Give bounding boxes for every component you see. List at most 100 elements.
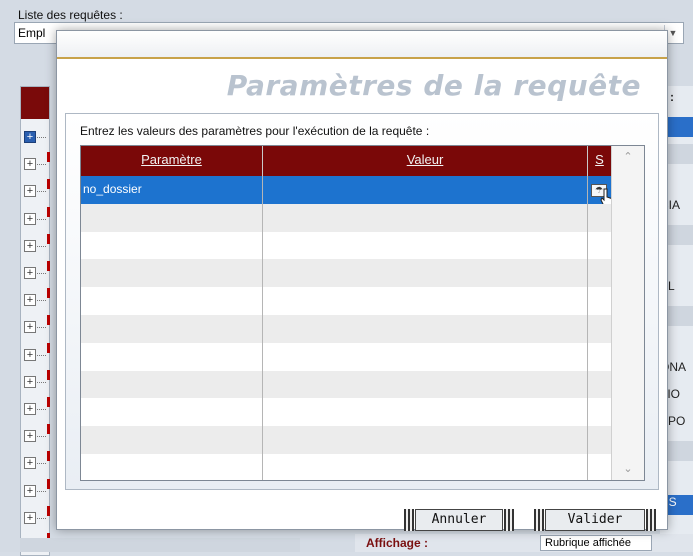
expand-icon[interactable]: + — [24, 321, 36, 334]
tree-connector — [37, 164, 46, 166]
tree-connector — [37, 245, 46, 248]
table-row[interactable] — [81, 231, 611, 260]
button-grip-icon — [504, 509, 514, 531]
expand-icon[interactable]: + — [24, 348, 36, 361]
s-cell[interactable] — [588, 454, 611, 480]
s-cell[interactable] — [588, 398, 611, 426]
expand-icon[interactable]: + — [24, 239, 36, 252]
expand-icon[interactable]: + — [24, 212, 36, 225]
parameters-panel: Entrez les valeurs des paramètres pour l… — [65, 113, 659, 490]
valeur-cell[interactable] — [263, 203, 588, 232]
tree-marker — [47, 397, 50, 407]
expand-icon[interactable]: + — [24, 511, 36, 524]
table-row[interactable] — [81, 342, 611, 371]
parameters-dialog: Paramètres de la requête Entrez les vale… — [56, 30, 668, 531]
valeur-cell[interactable] — [263, 315, 588, 343]
parametre-cell[interactable]: no_dossier — [81, 176, 263, 204]
cancel-button[interactable]: Annuler — [404, 509, 514, 531]
table-row[interactable] — [81, 398, 611, 427]
s-cell[interactable] — [588, 259, 611, 287]
expand-icon[interactable]: + — [24, 294, 36, 307]
column-header-parametre[interactable]: Paramètre — [81, 146, 263, 176]
tree-bottom-bar — [20, 538, 300, 552]
column-header-valeur[interactable]: Valeur — [263, 146, 588, 176]
expand-icon[interactable]: + — [24, 158, 36, 171]
s-cell[interactable] — [588, 343, 611, 371]
valeur-cell[interactable] — [263, 287, 588, 315]
valeur-cell[interactable] — [263, 342, 588, 371]
tree-marker — [47, 288, 50, 299]
tree-header — [21, 87, 49, 119]
expand-icon[interactable]: + — [24, 267, 36, 279]
table-row[interactable]: no_dossier ☂ — [81, 176, 614, 209]
tree-marker — [47, 369, 50, 380]
scroll-down-icon[interactable]: ⌄ — [612, 460, 644, 478]
tree-marker — [47, 152, 50, 163]
expand-icon[interactable]: + — [24, 185, 36, 198]
table-row[interactable] — [81, 203, 611, 232]
table-row[interactable] — [81, 287, 611, 315]
s-cell[interactable] — [588, 204, 611, 232]
display-label: Affichage : — [366, 536, 429, 550]
requests-combo-value: Empl — [18, 26, 46, 40]
valeur-cell[interactable] — [263, 231, 588, 260]
expand-icon[interactable]: + — [24, 403, 36, 415]
parametre-cell[interactable] — [81, 342, 263, 371]
tree-connector — [37, 409, 46, 411]
parametre-cell[interactable] — [81, 315, 263, 343]
table-row[interactable] — [81, 370, 611, 399]
s-cell[interactable] — [588, 232, 611, 260]
expand-icon[interactable]: + — [24, 430, 36, 443]
parametre-cell[interactable] — [81, 398, 263, 427]
valeur-cell[interactable] — [263, 370, 588, 399]
tree-connector — [37, 273, 46, 275]
tree-marker — [47, 451, 50, 462]
parametre-cell[interactable] — [81, 454, 263, 480]
scroll-up-icon[interactable]: ⌃ — [612, 148, 644, 166]
tree-marker — [47, 233, 50, 244]
valeur-cell[interactable] — [263, 259, 588, 288]
parametre-cell[interactable] — [81, 287, 263, 315]
table-body: no_dossier ☂ — [81, 176, 614, 480]
display-field[interactable]: Rubrique affichée — [540, 535, 652, 551]
expand-icon[interactable]: + — [24, 131, 36, 143]
s-cell[interactable] — [588, 287, 611, 315]
vertical-scrollbar[interactable]: ⌃ ⌄ — [611, 146, 644, 480]
tree-connector — [37, 463, 46, 465]
parametre-cell[interactable] — [81, 370, 263, 399]
requests-tree: ++++++++++++++++ — [20, 86, 50, 556]
valeur-cell[interactable] — [263, 454, 588, 480]
dialog-heading: Paramètres de la requête — [226, 69, 641, 102]
button-grip-icon — [534, 509, 544, 531]
parametre-cell[interactable] — [81, 203, 263, 232]
expand-icon[interactable]: + — [24, 457, 36, 470]
button-grip-icon — [404, 509, 414, 531]
s-cell[interactable] — [588, 315, 611, 343]
tree-connector — [37, 191, 46, 193]
s-cell[interactable] — [588, 371, 611, 399]
valeur-cell[interactable] — [263, 176, 588, 204]
instruction-text: Entrez les valeurs des paramètres pour l… — [80, 124, 430, 138]
dialog-titlebar[interactable] — [57, 31, 667, 59]
table-row[interactable] — [81, 426, 611, 454]
tree-marker — [47, 261, 50, 271]
parametre-cell[interactable] — [81, 426, 263, 454]
valeur-cell[interactable] — [263, 426, 588, 454]
table-row[interactable] — [81, 259, 611, 288]
tree-connector — [37, 327, 46, 329]
validate-button[interactable]: Valider — [534, 509, 656, 531]
expand-icon[interactable]: + — [24, 375, 36, 388]
valeur-cell[interactable] — [263, 398, 588, 427]
parametre-cell[interactable] — [81, 259, 263, 288]
s-cell[interactable] — [588, 426, 611, 454]
expand-icon[interactable]: + — [24, 484, 36, 497]
parametre-cell[interactable] — [81, 231, 263, 260]
tree-connector — [37, 354, 46, 357]
button-grip-icon — [646, 509, 656, 531]
column-header-s[interactable]: S — [588, 146, 611, 176]
table-row[interactable] — [81, 315, 611, 343]
tree-marker — [47, 342, 50, 353]
table-row[interactable] — [81, 454, 611, 480]
tree-marker — [47, 478, 50, 489]
tree-marker — [47, 505, 50, 516]
